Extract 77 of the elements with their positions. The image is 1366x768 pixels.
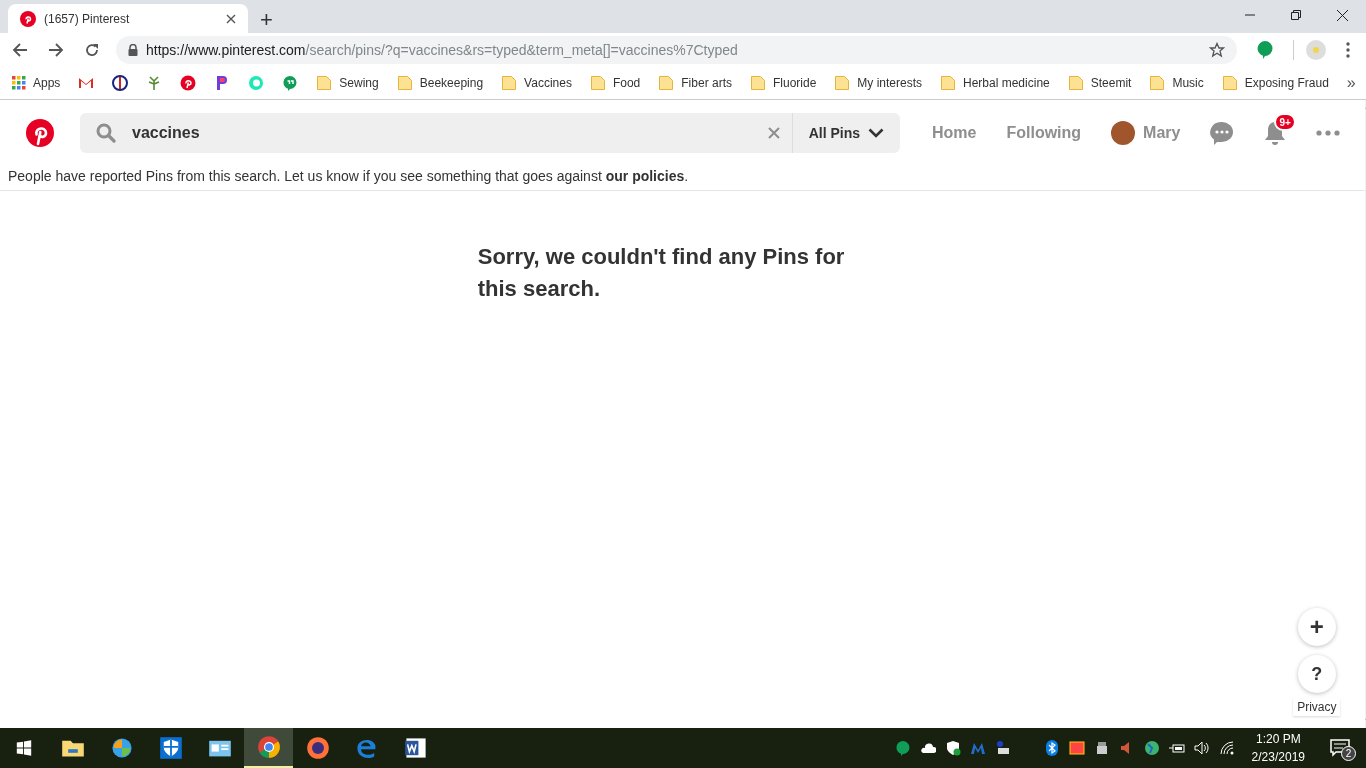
reload-icon[interactable] <box>84 42 100 58</box>
folder-icon <box>396 75 413 91</box>
bookmark-label[interactable]: Fluoride <box>772 74 817 92</box>
search-input[interactable]: vaccines <box>132 121 752 145</box>
address-bar[interactable]: https://www.pinterest.com/search/pins/?q=vaccines&rs=typed&term_meta[]=vaccines%7Ctyped <box>116 36 1237 64</box>
speech-bubble-icon[interactable] <box>894 740 911 756</box>
clock-time[interactable]: 1:20 PM <box>1255 730 1301 748</box>
tray-app-icon[interactable] <box>1068 740 1085 756</box>
folder-icon <box>316 75 333 91</box>
tab-title: (1657) Pinterest <box>44 10 131 28</box>
folder-icon <box>834 75 851 91</box>
chevron-down-icon <box>868 128 884 138</box>
action-center-icon[interactable] <box>1330 739 1350 757</box>
bookmark-label[interactable]: My interests <box>857 74 922 92</box>
cloud-icon[interactable] <box>919 740 936 756</box>
apps-grid-icon <box>12 76 26 90</box>
privacy-link[interactable]: Privacy <box>1293 698 1341 716</box>
bookmark-label[interactable]: Beekeeping <box>419 74 484 92</box>
volume-icon[interactable] <box>1193 740 1210 756</box>
folder-icon <box>1221 75 1238 91</box>
windows-logo-icon[interactable] <box>15 739 33 757</box>
mail-icon[interactable] <box>78 75 95 91</box>
back-arrow-icon[interactable] <box>12 42 28 58</box>
more-options-icon[interactable] <box>1316 130 1341 136</box>
folder-icon <box>940 75 956 91</box>
restore-icon[interactable] <box>1291 10 1301 20</box>
folder-icon <box>658 75 675 91</box>
circle-logo-icon[interactable] <box>112 75 129 91</box>
more-bookmarks-button[interactable]: » <box>1346 75 1356 91</box>
folder-icon <box>1149 75 1166 91</box>
folder-icon <box>1067 75 1084 91</box>
empty-results-message: Sorry, we couldn't find any Pins for this search. <box>477 243 846 303</box>
lock-icon <box>128 44 138 56</box>
chrome-logo-icon <box>256 735 281 759</box>
pin-logo-icon[interactable] <box>180 75 197 91</box>
bookmark-label[interactable]: Exposing Fraud <box>1244 74 1329 92</box>
folder-icon <box>749 75 766 91</box>
bluetooth-icon[interactable] <box>1043 740 1060 756</box>
clock-date[interactable]: 2/23/2019 <box>1251 748 1305 766</box>
more-options-icon[interactable] <box>1346 42 1350 58</box>
star-icon[interactable] <box>1209 42 1225 58</box>
document-icon <box>403 736 428 760</box>
bookmark-label[interactable]: Sewing <box>339 74 379 92</box>
folder-icon <box>589 75 606 91</box>
wifi-icon[interactable] <box>1218 740 1235 756</box>
bookmark-label[interactable]: Apps <box>33 74 61 92</box>
forward-arrow-icon[interactable] <box>48 42 64 58</box>
speech-bubble-icon[interactable] <box>1257 41 1273 59</box>
add-button[interactable]: + <box>1297 608 1336 646</box>
close-icon[interactable] <box>1337 9 1348 21</box>
search-field[interactable]: vaccines <box>80 113 792 153</box>
bookmark-label[interactable]: Fiber arts <box>681 74 732 92</box>
bookmark-label[interactable]: Herbal medicine <box>963 74 1050 92</box>
avatar <box>1111 121 1136 145</box>
new-tab-button[interactable]: + <box>260 9 273 31</box>
chat-bubble-icon[interactable] <box>1210 121 1235 145</box>
help-button[interactable]: ? <box>1297 655 1336 693</box>
notice-text: People have reported Pins from this search. Let us know if you see something that goes against our policies. <box>0 166 1366 191</box>
shield-check-icon[interactable] <box>944 740 961 756</box>
clear-icon[interactable] <box>767 127 780 139</box>
taskbar-app[interactable] <box>244 728 293 768</box>
chat-bubble-icon[interactable] <box>282 75 299 91</box>
bookmark-label[interactable]: Vaccines <box>524 74 572 92</box>
filter-dropdown[interactable]: All Pins <box>792 113 900 153</box>
pin-logo-icon <box>20 10 36 27</box>
bookmark-label[interactable]: Steemit <box>1090 74 1132 92</box>
bookmark-label[interactable]: Food <box>612 74 641 92</box>
bookmark-label[interactable]: Music <box>1172 74 1204 92</box>
pin-logo-icon[interactable] <box>25 118 55 148</box>
notification-badge: 9+ <box>1274 113 1296 131</box>
shield-icon <box>158 736 183 760</box>
folder-icon <box>501 75 518 91</box>
close-icon[interactable] <box>226 13 236 24</box>
browser-tab[interactable]: (1657) Pinterest <box>8 4 248 33</box>
notification-count: 2 <box>1341 746 1356 761</box>
url-text: https://www.pinterest.com/search/pins/?q=vaccines&rs=typed&term_meta[]=vaccines%7Ctyped <box>146 40 739 60</box>
search-icon <box>96 123 116 143</box>
